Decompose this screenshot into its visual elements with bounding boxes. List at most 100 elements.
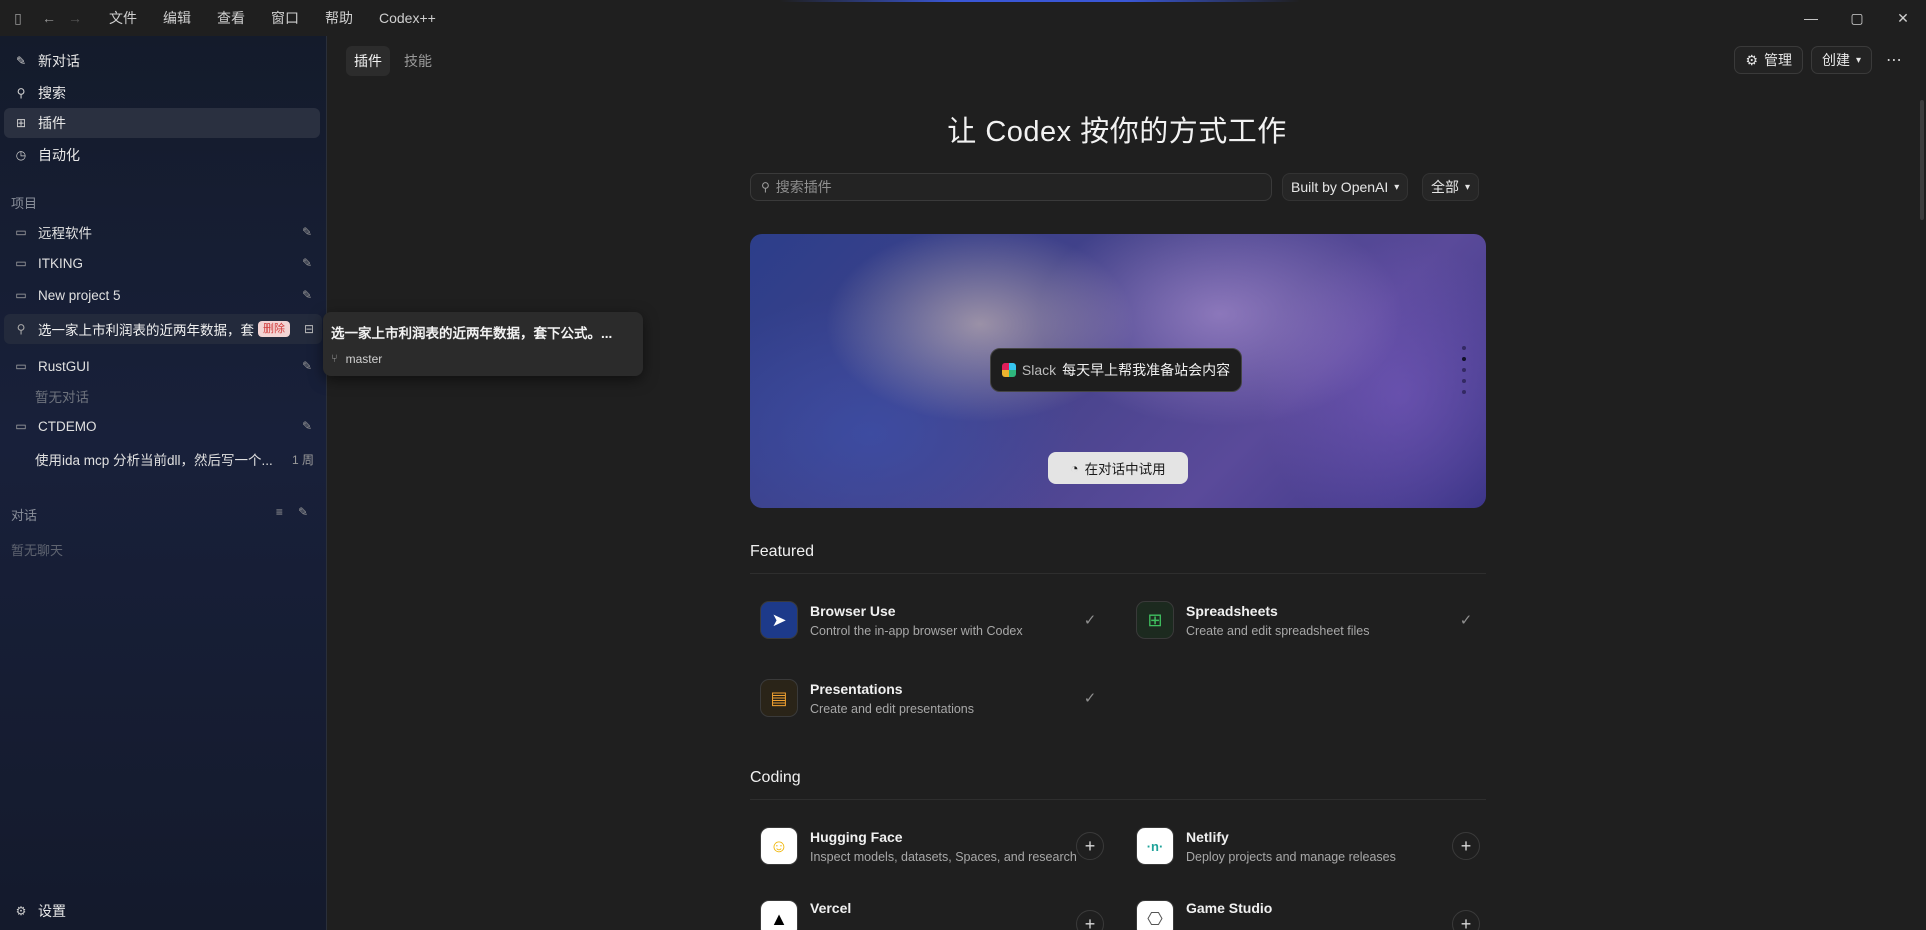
project-label: New project 5: [38, 287, 121, 303]
project-label: 远程软件: [38, 226, 92, 241]
tab-plugins[interactable]: 插件: [346, 46, 390, 76]
plugin-name: Browser Use: [810, 602, 896, 619]
plugin-card-presentations[interactable]: ▤ Presentations Create and edit presenta…: [750, 670, 1116, 726]
menu-bar: 文件 编辑 查看 窗口 帮助 Codex++: [96, 0, 449, 36]
installed-check-icon: ✓: [1083, 612, 1097, 629]
plugin-card-vercel[interactable]: ▲ Vercel +: [750, 896, 1116, 930]
manage-button[interactable]: ⚙ 管理: [1734, 46, 1803, 74]
plugin-card-browser-use[interactable]: ➤ Browser Use Control the in-app browser…: [750, 592, 1116, 648]
new-chat-icon[interactable]: ✎: [298, 505, 308, 519]
nav-new-chat[interactable]: ✎ 新对话: [4, 46, 320, 76]
filter-icon[interactable]: ≡: [276, 505, 283, 519]
installed-check-icon: ✓: [1459, 612, 1473, 629]
project-new-project-5[interactable]: ▭ New project 5 ✎: [4, 281, 320, 309]
search-icon: ⚲: [761, 180, 770, 194]
ctdemo-thread[interactable]: 使用ida mcp 分析当前dll，然后写一个... 1 周: [35, 445, 320, 473]
plugin-name: Hugging Face: [810, 828, 903, 845]
carousel-dots: [1462, 346, 1466, 394]
new-thread-icon[interactable]: ✎: [302, 359, 312, 373]
nav-plugins[interactable]: ⊞ 插件: [4, 108, 320, 138]
menu-codexpp[interactable]: Codex++: [366, 0, 449, 36]
menu-view[interactable]: 查看: [204, 0, 258, 36]
forward-icon[interactable]: →: [62, 0, 88, 36]
clock-icon: ◷: [15, 148, 27, 162]
tab-skills[interactable]: 技能: [396, 46, 440, 76]
new-thread-icon[interactable]: ✎: [302, 288, 312, 302]
folder-icon: ▭: [15, 288, 27, 302]
maximize-icon[interactable]: ▢: [1834, 0, 1880, 36]
menu-help[interactable]: 帮助: [312, 0, 366, 36]
git-branch-icon: ⑂: [331, 353, 338, 365]
chevron-down-icon: ▾: [1855, 54, 1861, 66]
search-input[interactable]: [775, 179, 1256, 195]
thread-time: 1 周: [291, 452, 314, 467]
project-ctdemo[interactable]: ▭ CTDEMO ✎: [4, 412, 320, 440]
divider: [750, 799, 1486, 800]
top-actions: ⚙ 管理 创建 ▾ ⋯: [1734, 46, 1908, 74]
menu-edit[interactable]: 编辑: [150, 0, 204, 36]
scrollbar-thumb[interactable]: [1920, 100, 1924, 220]
sidebar: ✎ 新对话 ⚲ 搜索 ⊞ 插件 ◷ 自动化 项目 ▭ 远程软件 ✎ ▭ ITKI…: [0, 36, 327, 930]
create-button[interactable]: 创建 ▾: [1810, 46, 1872, 74]
app-window: ▯ ← → 文件 编辑 查看 窗口 帮助 Codex++ — ▢ ✕ ✎ 新对话…: [0, 0, 1926, 930]
plugin-card-hugging-face[interactable]: ☺ Hugging Face Inspect models, datasets,…: [750, 818, 1116, 874]
chevron-down-icon: ▾: [1465, 181, 1471, 193]
back-icon[interactable]: ←: [36, 0, 62, 36]
sidebar-toggle-icon[interactable]: ▯: [0, 0, 36, 36]
nav-search-label: 搜索: [38, 85, 66, 101]
add-plugin-button[interactable]: +: [1452, 832, 1480, 860]
builder-filter-label: Built by OpenAI: [1291, 179, 1389, 195]
carousel-dot[interactable]: [1462, 379, 1466, 383]
hugging-face-icon: ☺: [760, 827, 798, 865]
new-thread-icon[interactable]: ✎: [302, 256, 312, 270]
archive-icon[interactable]: ⊟: [304, 322, 314, 336]
spreadsheet-icon: ⊞: [1136, 601, 1174, 639]
project-remote-software[interactable]: ▭ 远程软件 ✎: [4, 218, 320, 246]
close-icon[interactable]: ✕: [1880, 0, 1926, 36]
plugin-desc: Deploy projects and manage releases: [1186, 849, 1396, 864]
builder-filter[interactable]: Built by OpenAI ▾: [1282, 173, 1409, 201]
project-rustgui[interactable]: ▭ RustGUI ✎: [4, 352, 320, 380]
nav-automation[interactable]: ◷ 自动化: [4, 140, 320, 170]
plugin-card-netlify[interactable]: ·n· Netlify Deploy projects and manage r…: [1126, 818, 1492, 874]
edit-icon: ✎: [15, 54, 27, 68]
nav-settings[interactable]: ⚙ 设置: [4, 896, 320, 926]
plugin-name: Vercel: [810, 900, 852, 916]
pinned-thread-row[interactable]: ⚲ 选一家上市利润表的近两年数据，套 删除 ⊟: [4, 314, 322, 344]
folder-icon: ▭: [15, 256, 27, 270]
menu-file[interactable]: 文件: [96, 0, 150, 36]
plugin-card-game-studio[interactable]: ⎔ Game Studio +: [1126, 896, 1492, 930]
featured-section-title: Featured: [750, 543, 815, 560]
new-thread-icon[interactable]: ✎: [302, 225, 312, 239]
nav-search[interactable]: ⚲ 搜索: [4, 78, 320, 108]
titlebar-accent: [780, 0, 1300, 2]
minimize-icon[interactable]: —: [1788, 0, 1834, 36]
add-plugin-button[interactable]: +: [1076, 910, 1104, 930]
add-plugin-button[interactable]: +: [1076, 832, 1104, 860]
manage-label: 管理: [1763, 52, 1792, 68]
category-filter[interactable]: 全部 ▾: [1422, 173, 1480, 201]
delete-button[interactable]: 删除: [258, 321, 290, 337]
browser-use-icon: ➤: [760, 601, 798, 639]
scrollbar[interactable]: [1916, 100, 1926, 220]
nav-settings-label: 设置: [38, 903, 66, 919]
plugin-search[interactable]: ⚲: [750, 173, 1272, 201]
project-itking[interactable]: ▭ ITKING ✎: [4, 249, 320, 277]
carousel-dot[interactable]: [1462, 368, 1466, 372]
tab-bar: 插件 技能: [346, 46, 440, 76]
vercel-icon: ▲: [760, 900, 798, 930]
menu-window[interactable]: 窗口: [258, 0, 312, 36]
presentation-icon: ▤: [760, 679, 798, 717]
carousel-dot[interactable]: [1462, 346, 1466, 350]
project-label: CTDEMO: [38, 418, 97, 434]
pin-icon[interactable]: ⚲: [13, 322, 29, 336]
carousel-dot[interactable]: [1462, 390, 1466, 394]
plugin-card-spreadsheets[interactable]: ⊞ Spreadsheets Create and edit spreadshe…: [1126, 592, 1492, 648]
carousel-dot[interactable]: [1462, 357, 1466, 361]
new-thread-icon[interactable]: ✎: [302, 419, 312, 433]
nav-plugins-label: 插件: [38, 115, 66, 131]
nav-automation-label: 自动化: [38, 147, 80, 163]
add-plugin-button[interactable]: +: [1452, 910, 1480, 930]
more-options-icon[interactable]: ⋯: [1880, 46, 1908, 74]
try-in-chat-button[interactable]: ◔ 在对话中试用: [1048, 452, 1188, 484]
